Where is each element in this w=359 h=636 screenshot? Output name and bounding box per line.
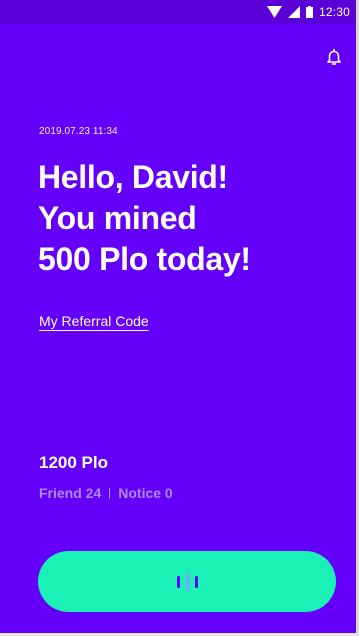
mining-bars-icon bbox=[176, 572, 198, 591]
greeting-line: Hello, David! bbox=[38, 159, 228, 195]
mining-bar bbox=[185, 572, 189, 591]
phone-screen: 12:30 2019.07.23 11:34 Hello, David! You… bbox=[0, 0, 359, 636]
signal-icon bbox=[287, 6, 300, 18]
home-screen: 2019.07.23 11:34 Hello, David! You mined… bbox=[0, 24, 356, 633]
mined-line: You mined bbox=[38, 200, 197, 236]
friend-count[interactable]: Friend 24 bbox=[39, 485, 101, 501]
referral-code-link[interactable]: My Referral Code bbox=[39, 313, 149, 329]
status-bar: 12:30 bbox=[0, 0, 356, 24]
greeting-headline: Hello, David! You mined 500 Plo today! bbox=[38, 157, 251, 280]
notice-count[interactable]: Notice 0 bbox=[118, 485, 172, 501]
balance-amount: 1200 Plo bbox=[39, 453, 108, 472]
mining-bar bbox=[194, 575, 198, 588]
mine-button[interactable] bbox=[38, 551, 336, 612]
stats-row: Friend 24 Notice 0 bbox=[39, 485, 173, 501]
status-icons: 12:30 bbox=[266, 0, 350, 24]
mined-amount-line: 500 Plo today! bbox=[38, 241, 251, 277]
battery-icon bbox=[305, 6, 313, 18]
mined-timestamp: 2019.07.23 11:34 bbox=[39, 126, 118, 137]
status-time: 12:30 bbox=[318, 5, 350, 19]
mining-bar bbox=[176, 575, 180, 588]
bell-icon[interactable] bbox=[324, 47, 344, 67]
wifi-icon bbox=[266, 6, 282, 18]
stats-divider bbox=[109, 487, 111, 499]
